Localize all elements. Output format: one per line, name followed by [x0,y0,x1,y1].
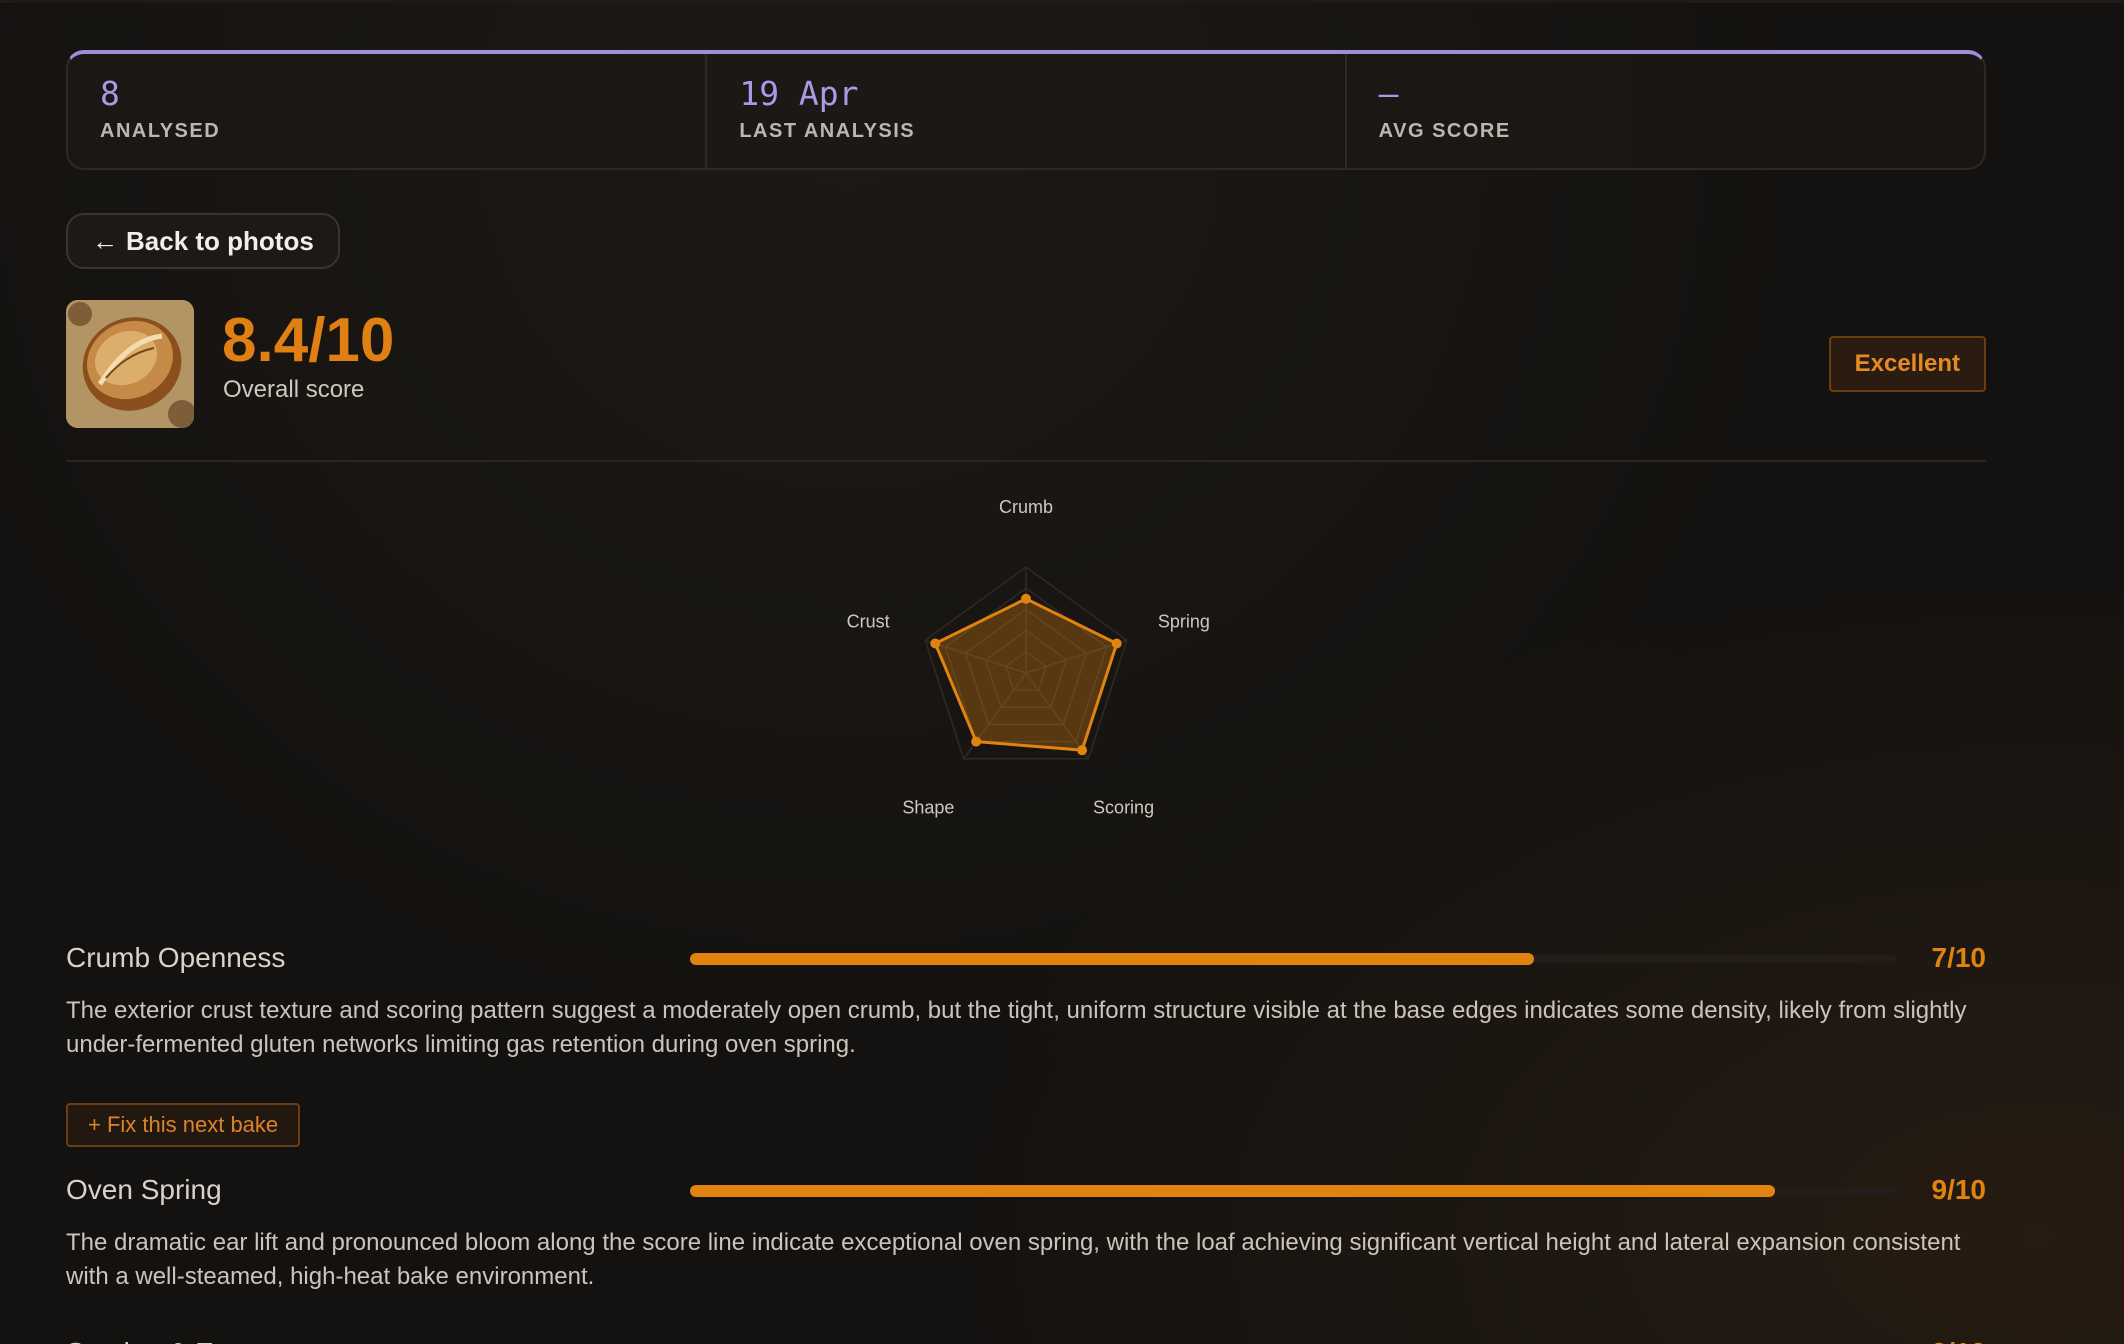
metric-bar-track [690,1185,1896,1197]
bread-thumbnail [66,300,194,428]
radar-data-point [1021,593,1031,604]
stat-label: AVG SCORE [1378,120,1511,142]
bread-loaf-icon [66,300,194,428]
radar-series-area [933,597,1119,752]
metric-bar-fill [690,953,1535,965]
main-content: 8 ANALYSED 19 Apr LAST ANALYSIS — AVG SC… [66,50,1986,1344]
radar-axis-label: Crust [847,612,890,632]
arrow-left-icon: ← [92,225,118,256]
radar-axis-line [924,639,1027,674]
radar-axis-label: Shape [902,797,954,817]
metric-description: The dramatic ear lift and pronounced blo… [66,1229,1961,1290]
stat-avg-score: — AVG SCORE [1347,54,1984,168]
radar-axis-label: Spring [1158,612,1210,632]
radar-grid-ring [964,608,1088,726]
metric-value: 9/10 [1932,1335,1987,1344]
stat-last-analysis: 19 Apr LAST ANALYSIS [707,54,1347,168]
radar-data-point [930,638,941,649]
radar-axis-label: Scoring [1093,797,1154,817]
fix-next-bake-button[interactable]: + Fix this next bake [66,1103,301,1147]
radar-data-point [971,736,982,747]
metric-value: 9/10 [1931,1174,1987,1205]
radar-chart: Crumb Spring Scoring Shape Crust [847,497,1210,817]
back-to-photos-button[interactable]: ← Back to photos [66,213,340,269]
radar-grid-ring [944,587,1108,743]
stat-analysed: 8 ANALYSED [68,54,708,168]
stat-value: 8 [100,74,120,113]
radar-axis-line [963,672,1027,760]
stats-card: 8 ANALYSED 19 Apr LAST ANALYSIS — AVG SC… [66,50,1986,170]
radar-grid-ring [984,629,1068,709]
overall-score-label: Overall score [223,376,365,403]
overall-score: 8.4/10 [222,306,395,375]
metric-description: The exterior crust texture and scoring p… [66,997,1967,1058]
divider [66,460,1986,462]
metric-bar-fill [690,1185,1776,1197]
stat-label: ANALYSED [100,120,221,142]
radar-grid-ring [924,566,1128,760]
stat-value: 19 Apr [739,74,859,113]
stat-value: — [1378,74,1399,113]
radar-axis-line [1025,672,1089,760]
back-button-label: Back to photos [126,225,314,256]
rating-badge: Excellent [1828,336,1986,392]
metric-name: Scoring & Ear [66,1335,239,1344]
radar-data-point [1111,638,1122,649]
metric-name: Oven Spring [66,1174,222,1205]
stat-label: LAST ANALYSIS [739,120,916,142]
radar-axis-line [1025,639,1128,674]
radar-axis-label: Crumb [999,497,1053,517]
metric-name: Crumb Openness [66,942,286,973]
metric-value: 7/10 [1931,942,1987,973]
radar-data-point [1077,745,1088,756]
top-edge [0,0,2124,3]
metric-bar-track [690,953,1896,965]
radar-grid-ring [1004,650,1048,691]
